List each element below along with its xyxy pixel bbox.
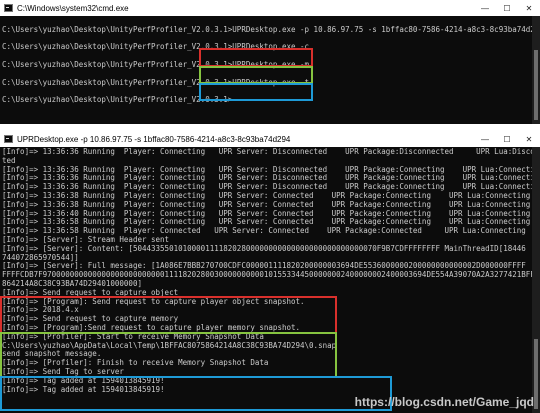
- console-line: [Info]=> [Server]: Stream Header sent: [2, 235, 170, 244]
- upr-scrollbar[interactable]: [532, 147, 540, 413]
- console-line: ted: [2, 156, 16, 165]
- console-line: [Info]=> 13:36:58 Running Player: Connec…: [2, 227, 526, 236]
- console-line: [Info]=> 13:36:36 Running Player: Connec…: [2, 148, 540, 156]
- scroll-thumb[interactable]: [534, 50, 538, 120]
- watermark: https://blog.csdn.net/Game_jqd: [354, 395, 534, 409]
- highlight-capture-memory-cmd: [199, 66, 313, 84]
- console-line: [Info]=> [Server]: Content: [50443355010…: [2, 244, 526, 253]
- console-line: 864214A8C38C93BA74D29401000000]: [2, 279, 142, 288]
- close-icon[interactable]: ✕: [518, 0, 540, 16]
- close-icon[interactable]: ✕: [518, 131, 540, 147]
- console-line: [Info]=> 13:36:58 Running Player: Connec…: [2, 218, 531, 227]
- cmd-window-title: C:\Windows\system32\cmd.exe: [17, 3, 129, 13]
- console-line: [Info]=> 13:36:36 Running Player: Connec…: [2, 183, 540, 192]
- highlight-capture-object-cmd: [199, 48, 313, 67]
- cmd-window: C:\Windows\system32\cmd.exe — ☐ ✕ C:\Use…: [0, 0, 540, 124]
- console-line: 744072865970544]]: [2, 253, 79, 262]
- console-line: [Info]=> 13:36:36 Running Player: Connec…: [2, 174, 540, 183]
- console-line: [Info]=> 13:36:36 Running Player: Connec…: [2, 165, 540, 174]
- upr-window: UPRDesktop.exe -p 10.86.97.75 -s 1bffac8…: [0, 131, 540, 413]
- highlight-capture-object-log: [0, 296, 337, 334]
- minimize-icon[interactable]: —: [474, 131, 496, 147]
- upr-titlebar[interactable]: UPRDesktop.exe -p 10.86.97.75 -s 1bffac8…: [0, 131, 540, 147]
- cmd-titlebar[interactable]: C:\Windows\system32\cmd.exe — ☐ ✕: [0, 0, 540, 16]
- highlight-capture-memory-log: [0, 332, 337, 378]
- console-line: FFFFCDB7F9700000000000000000000000001111…: [2, 271, 540, 280]
- upr-app-icon: [4, 135, 13, 143]
- console-line: [Info]=> 13:36:40 Running Player: Connec…: [2, 209, 531, 218]
- highlight-send-tag-log: [0, 376, 392, 411]
- maximize-icon[interactable]: ☐: [496, 0, 518, 16]
- cmd-scrollbar[interactable]: [532, 16, 540, 124]
- scroll-thumb[interactable]: [534, 339, 538, 409]
- upr-window-title: UPRDesktop.exe -p 10.86.97.75 -s 1bffac8…: [17, 134, 291, 144]
- console-line: [Info]=> [Server]: Full message: [1A086E…: [2, 262, 526, 271]
- highlight-send-tag-cmd: [199, 83, 313, 101]
- maximize-icon[interactable]: ☐: [496, 131, 518, 147]
- console-line: [Info]=> 13:36:38 Running Player: Connec…: [2, 191, 531, 200]
- console-line: [Info]=> 13:36:38 Running Player: Connec…: [2, 200, 531, 209]
- cmd-app-icon: [4, 4, 13, 12]
- console-line: C:\Users\yuzhao\Desktop\UnityPerfProfile…: [2, 25, 540, 34]
- minimize-icon[interactable]: —: [474, 0, 496, 16]
